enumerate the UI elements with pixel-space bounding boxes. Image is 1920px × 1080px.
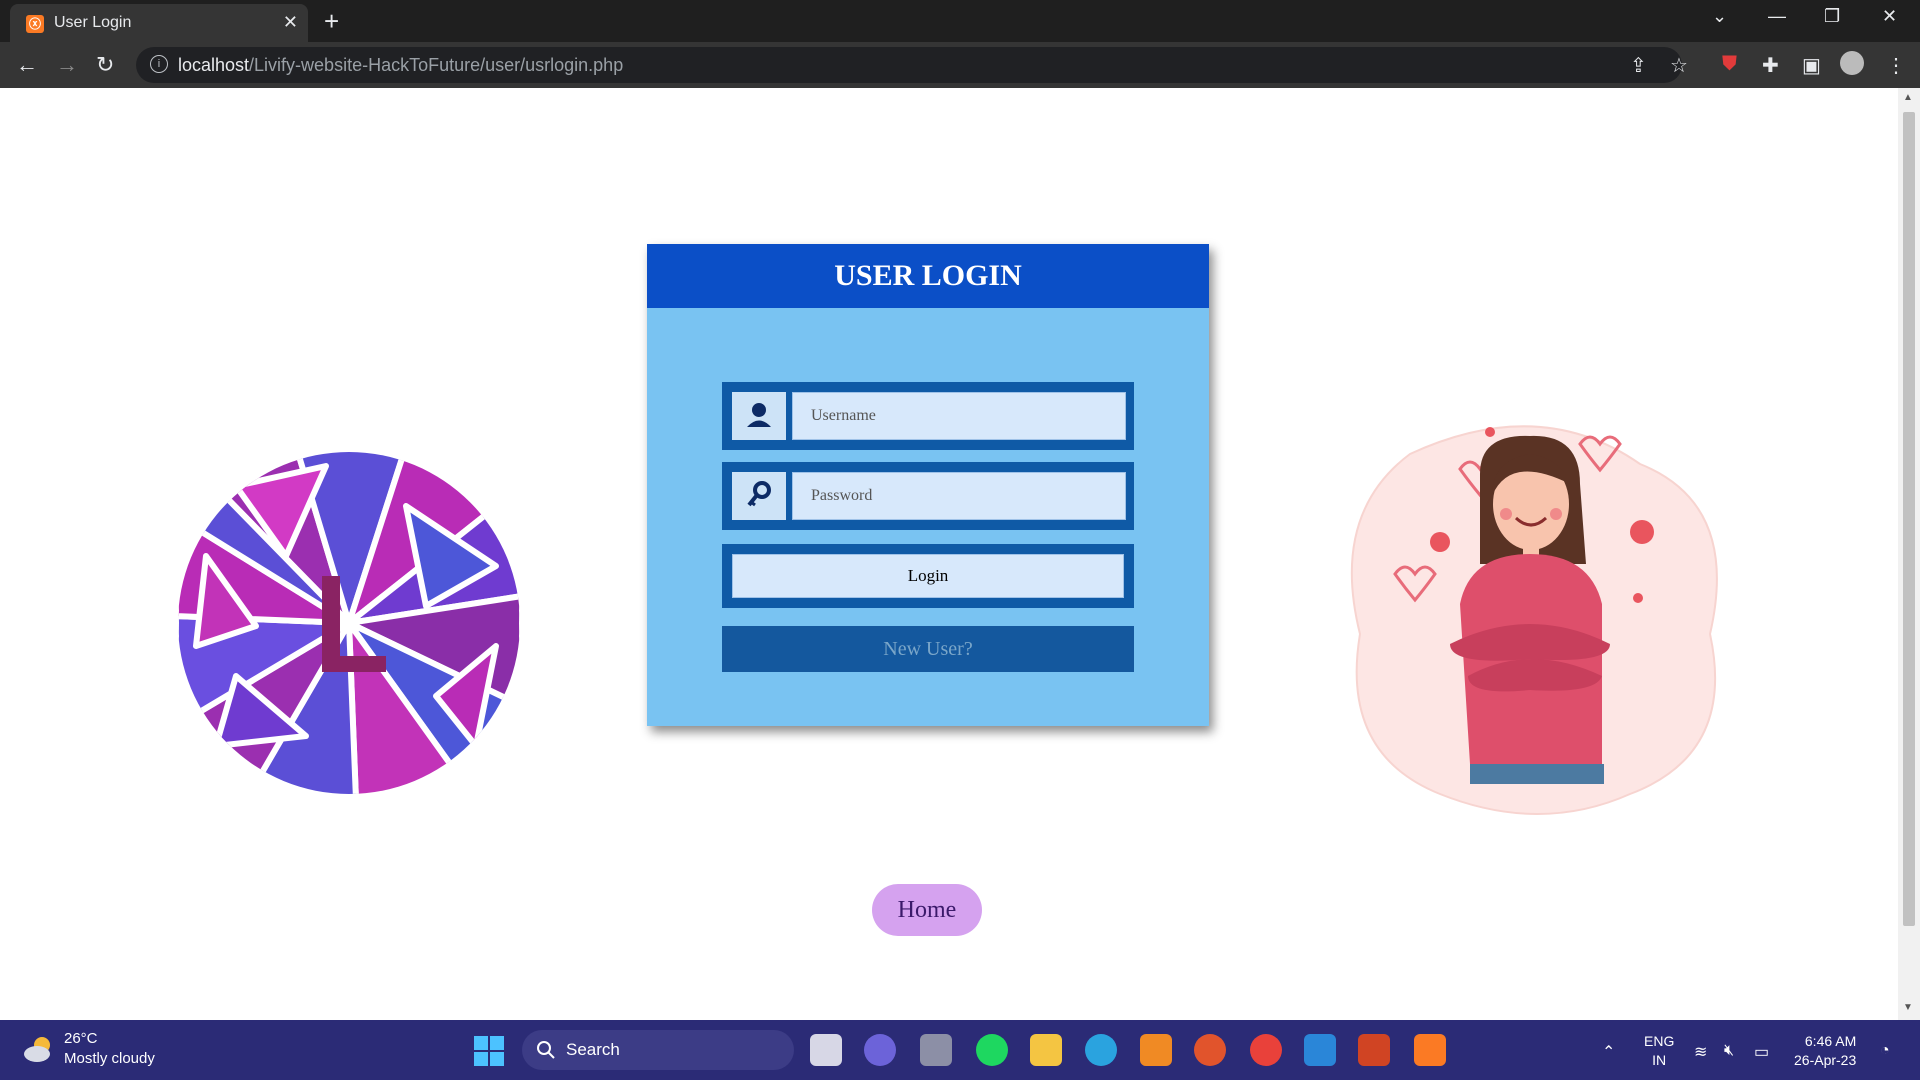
login-button[interactable]: Login bbox=[732, 554, 1124, 598]
username-input[interactable] bbox=[792, 392, 1126, 440]
extensions-puzzle-icon[interactable]: ✚ bbox=[1762, 53, 1779, 78]
windows-start-icon[interactable] bbox=[474, 1036, 504, 1066]
browser-toolbar: ← → ↻ i localhost/Livify-website-HackToF… bbox=[0, 42, 1920, 88]
tab-close-icon[interactable]: ✕ bbox=[283, 12, 298, 33]
spotify-icon[interactable] bbox=[976, 1034, 1008, 1066]
scroll-thumb[interactable] bbox=[1903, 112, 1915, 926]
restore-icon[interactable]: ❐ bbox=[1824, 6, 1840, 27]
key-icon bbox=[732, 472, 786, 520]
home-button[interactable]: Home bbox=[872, 884, 982, 936]
vscode-icon[interactable] bbox=[1304, 1034, 1336, 1066]
tab-search-chevron-icon[interactable]: ⌄ bbox=[1712, 6, 1727, 27]
browser-menu-icon[interactable]: ⋮ bbox=[1886, 53, 1906, 78]
lang-top: ENG bbox=[1644, 1033, 1675, 1049]
side-panel-icon[interactable]: ▣ bbox=[1802, 53, 1821, 78]
new-tab-icon[interactable]: + bbox=[324, 6, 339, 37]
windows-taskbar: 26°C Mostly cloudy Search ⌃ ENG IN ≋ 🔇︎ … bbox=[0, 1020, 1920, 1080]
weather-temp: 26°C bbox=[64, 1030, 98, 1047]
back-icon[interactable]: ← bbox=[16, 52, 38, 78]
taskbar-search[interactable]: Search bbox=[522, 1030, 794, 1070]
file-explorer-icon[interactable] bbox=[1030, 1034, 1062, 1066]
clock-time: 6:46 AM bbox=[1804, 1033, 1857, 1049]
task-view-icon[interactable] bbox=[810, 1034, 842, 1066]
close-window-icon[interactable]: ✕ bbox=[1882, 6, 1897, 27]
page-content: USER LOGIN Login New Us bbox=[0, 88, 1898, 1020]
battery-icon[interactable]: ▭ bbox=[1754, 1042, 1769, 1062]
login-button-frame: Login bbox=[722, 544, 1134, 608]
bookmark-star-icon[interactable]: ☆ bbox=[1670, 53, 1688, 78]
url-text: localhost/Livify-website-HackToFuture/us… bbox=[178, 55, 623, 76]
clock-date: 26-Apr-23 bbox=[1794, 1052, 1857, 1068]
url-host: localhost bbox=[178, 55, 250, 75]
share-icon[interactable]: ⇪ bbox=[1630, 53, 1647, 78]
tab-title: User Login bbox=[54, 14, 132, 31]
forward-icon[interactable]: → bbox=[56, 52, 78, 78]
browser-tab-bar: ⓧ User Login ✕ + ⌄ — ❐ ✕ bbox=[0, 0, 1920, 42]
language-indicator[interactable]: ENG IN bbox=[1644, 1032, 1674, 1070]
vlc-icon[interactable] bbox=[1140, 1034, 1172, 1066]
notifications-icon[interactable]: ◔ bbox=[1880, 1042, 1890, 1060]
site-info-icon[interactable]: i bbox=[150, 55, 168, 73]
powerpoint-icon[interactable] bbox=[1358, 1034, 1390, 1066]
search-icon bbox=[537, 1041, 555, 1059]
show-hidden-icons-chevron-icon[interactable]: ⌃ bbox=[1602, 1042, 1615, 1062]
self-love-illustration bbox=[1350, 425, 1718, 815]
telegram-icon[interactable] bbox=[1085, 1034, 1117, 1066]
user-icon bbox=[732, 392, 786, 440]
login-card: USER LOGIN Login New Us bbox=[647, 244, 1209, 726]
reload-icon[interactable]: ↻ bbox=[96, 52, 114, 78]
browser-tab[interactable]: ⓧ User Login ✕ bbox=[10, 4, 308, 42]
camera-icon[interactable] bbox=[920, 1034, 952, 1066]
xampp-favicon-icon: ⓧ bbox=[26, 15, 44, 33]
page-scrollbar[interactable]: ▲ ▼ bbox=[1898, 88, 1920, 1020]
password-input[interactable] bbox=[792, 472, 1126, 520]
url-path: /Livify-website-HackToFuture/user/usrlog… bbox=[249, 55, 624, 75]
chrome-icon[interactable] bbox=[1250, 1034, 1282, 1066]
lang-bottom: IN bbox=[1652, 1052, 1667, 1068]
ublock-extension-icon[interactable]: ⛊ bbox=[1722, 53, 1737, 76]
wifi-icon[interactable]: ≋ bbox=[1694, 1042, 1707, 1062]
xampp-icon[interactable] bbox=[1414, 1034, 1446, 1066]
firefox-icon[interactable] bbox=[1194, 1034, 1226, 1066]
password-field-group bbox=[722, 462, 1134, 530]
profile-avatar[interactable] bbox=[1840, 51, 1864, 75]
weather-desc: Mostly cloudy bbox=[64, 1050, 155, 1067]
address-bar[interactable]: i localhost/Livify-website-HackToFuture/… bbox=[136, 47, 1682, 83]
new-user-button[interactable]: New User? bbox=[722, 626, 1134, 672]
clock[interactable]: 6:46 AM 26-Apr-23 bbox=[1794, 1032, 1856, 1070]
cloudy-weather-icon bbox=[24, 1037, 50, 1062]
minimize-icon[interactable]: — bbox=[1768, 6, 1786, 27]
livify-logo-icon bbox=[178, 452, 520, 794]
teams-chat-icon[interactable] bbox=[864, 1034, 896, 1066]
search-label: Search bbox=[566, 1040, 620, 1059]
scroll-up-icon[interactable]: ▲ bbox=[1903, 92, 1913, 103]
username-field-group bbox=[722, 382, 1134, 450]
volume-muted-icon[interactable]: 🔇︎ bbox=[1724, 1042, 1734, 1060]
login-title: USER LOGIN bbox=[647, 244, 1209, 308]
scroll-down-icon[interactable]: ▼ bbox=[1903, 1002, 1913, 1013]
